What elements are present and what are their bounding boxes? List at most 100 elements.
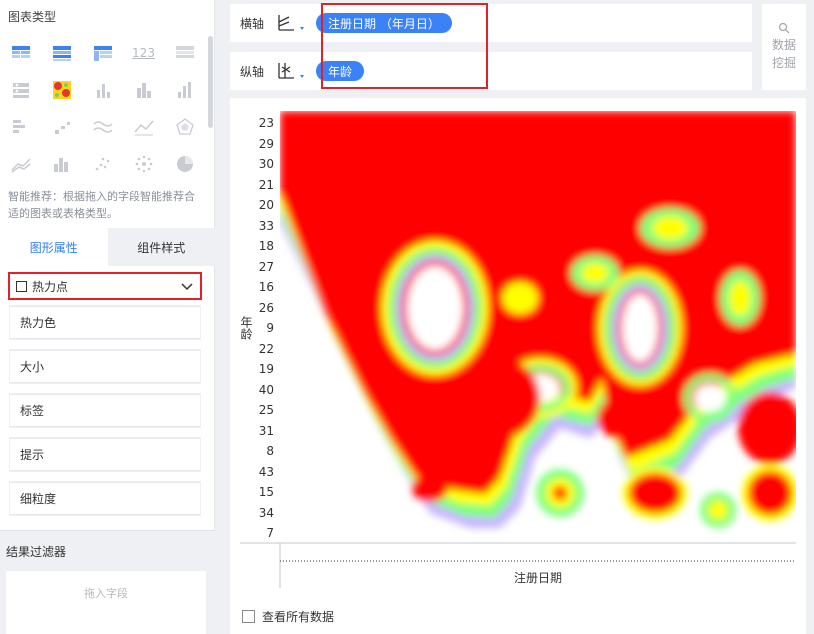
y-tick: 26: [259, 301, 274, 315]
heatmap-plot: [280, 111, 796, 543]
area-line-icon: [10, 157, 31, 173]
tab-component-style[interactable]: 组件样式: [107, 228, 215, 266]
property-tooltip[interactable]: 提示: [10, 438, 200, 471]
table-icon: [11, 45, 30, 58]
y-tick: 33: [259, 219, 274, 233]
y-tick: 20: [259, 198, 274, 212]
chart-type-cross-table[interactable]: [82, 34, 123, 71]
y-tick: 19: [259, 362, 274, 376]
column-chart-icon: [177, 81, 191, 98]
view-all-label: 查看所有数据: [262, 610, 335, 624]
y-tick: 25: [259, 403, 274, 417]
y-axis-title: 年龄: [239, 316, 253, 340]
x-axis-shelf: 横轴 注册日期 （年月日）: [230, 4, 752, 42]
x-axis-label: 横轴: [240, 16, 265, 31]
y-axis-label: 纵轴: [240, 64, 265, 79]
y-axis-field-pill[interactable]: 年龄: [316, 61, 365, 81]
data-mining-line1: 数据: [771, 38, 796, 52]
y-tick: 16: [259, 280, 274, 294]
y-tick: 18: [259, 239, 274, 253]
mark-type-dropdown[interactable]: 热力点: [8, 272, 202, 300]
pie-icon: [176, 155, 193, 172]
property-heat-color[interactable]: 热力色: [10, 306, 200, 339]
magnifier-icon: [778, 22, 790, 34]
filter-table-icon: [12, 82, 29, 98]
heatmap-icon: [52, 80, 71, 99]
y-tick: 43: [259, 465, 274, 479]
property-size[interactable]: 大小: [10, 350, 200, 383]
chart-area: 23 29 30 21 20 33 18 27 16 26 9 22 19 40…: [230, 98, 806, 634]
grouped-table-icon: [52, 45, 71, 61]
result-filter-section: 结果过滤器 拖入字段: [0, 530, 215, 634]
histogram-icon: [53, 157, 68, 172]
mark-type-value: 热力点: [32, 279, 69, 294]
result-filter-title: 结果过滤器: [6, 545, 67, 559]
y-tick: 27: [259, 260, 274, 274]
left-panel: 图表类型 123 智能推荐：根据拖入的字段智能推荐合适的图表或表格类型。 图形属…: [0, 0, 215, 634]
dot-bar-icon: [96, 83, 110, 98]
chart-type-filter-table[interactable]: [0, 71, 41, 108]
y-axis-sort-icon[interactable]: [276, 61, 316, 81]
cross-table-icon: [93, 45, 112, 61]
x-axis-title: 注册日期: [514, 570, 562, 585]
property-tabs: 图形属性 组件样式: [0, 228, 215, 266]
filter-drop-zone[interactable]: 拖入字段: [6, 571, 206, 634]
y-tick: 23: [259, 116, 274, 130]
chart-type-grid: 123: [0, 34, 205, 184]
y-tick-labels: 23 29 30 21 20 33 18 27 16 26 9 22 19 40…: [259, 116, 274, 540]
funnel-icon: [12, 119, 25, 133]
chart-type-heatmap[interactable]: [41, 71, 82, 108]
chart-types-scrollbar[interactable]: [208, 36, 213, 128]
mark-type-square-icon: [16, 280, 27, 292]
chart-type-wave[interactable]: [82, 108, 123, 145]
x-axis-field-pill[interactable]: 注册日期 （年月日）: [316, 13, 452, 33]
y-tick: 40: [259, 383, 274, 397]
chart-type-dot-bar[interactable]: [82, 71, 123, 108]
chart-type-grouped-table[interactable]: [41, 34, 82, 71]
y-tick: 21: [259, 178, 274, 192]
step-icon: [54, 121, 70, 134]
line-chart-icon: [133, 120, 154, 135]
chart-type-scatter[interactable]: [82, 145, 123, 182]
property-list: 热力色 大小 标签 提示 细粒度: [10, 306, 200, 526]
bar-chart-icon: [136, 82, 151, 98]
heatmap-chart[interactable]: 23 29 30 21 20 33 18 27 16 26 9 22 19 40…: [230, 98, 806, 598]
y-tick: 15: [259, 485, 274, 499]
y-tick: 8: [266, 444, 274, 458]
detail-table-icon: [175, 45, 194, 58]
chart-type-table[interactable]: [0, 34, 41, 71]
radar-icon: [175, 117, 194, 135]
data-mining-button[interactable]: 数据 挖掘: [762, 4, 806, 90]
chart-type-title: 图表类型: [8, 10, 57, 24]
chart-type-funnel[interactable]: [0, 108, 41, 145]
chart-type-area-line[interactable]: [0, 145, 41, 182]
chart-type-pie[interactable]: [164, 145, 205, 182]
kpi-icon: 123: [132, 45, 155, 60]
scatter-icon: [95, 157, 109, 170]
y-tick: 7: [266, 526, 274, 540]
chart-type-detail-table[interactable]: [164, 34, 205, 71]
x-axis-sort-icon[interactable]: [276, 13, 316, 33]
data-mining-line2: 挖掘: [771, 56, 796, 70]
wave-icon: [92, 120, 113, 133]
chart-type-bubble[interactable]: [123, 145, 164, 182]
property-granularity[interactable]: 细粒度: [10, 482, 200, 515]
chart-type-bar[interactable]: [123, 71, 164, 108]
smart-recommend-hint: 智能推荐：根据拖入的字段智能推荐合适的图表或表格类型。: [8, 190, 195, 220]
chart-type-histogram[interactable]: [41, 145, 82, 182]
view-all-data[interactable]: 查看所有数据: [242, 608, 334, 625]
y-tick: 29: [259, 137, 274, 151]
y-tick: 9: [266, 321, 274, 335]
y-tick: 30: [259, 157, 274, 171]
property-label[interactable]: 标签: [10, 394, 200, 427]
bubble-icon: [135, 155, 152, 172]
chart-type-radar[interactable]: [164, 108, 205, 145]
chart-type-column[interactable]: [164, 71, 205, 108]
chart-type-step[interactable]: [41, 108, 82, 145]
chart-type-line[interactable]: [123, 108, 164, 145]
view-all-checkbox[interactable]: [242, 610, 255, 623]
y-tick: 22: [259, 342, 274, 356]
tab-graphic-properties[interactable]: 图形属性: [0, 228, 108, 266]
y-tick: 34: [259, 506, 274, 520]
chart-type-kpi[interactable]: 123: [123, 34, 164, 71]
